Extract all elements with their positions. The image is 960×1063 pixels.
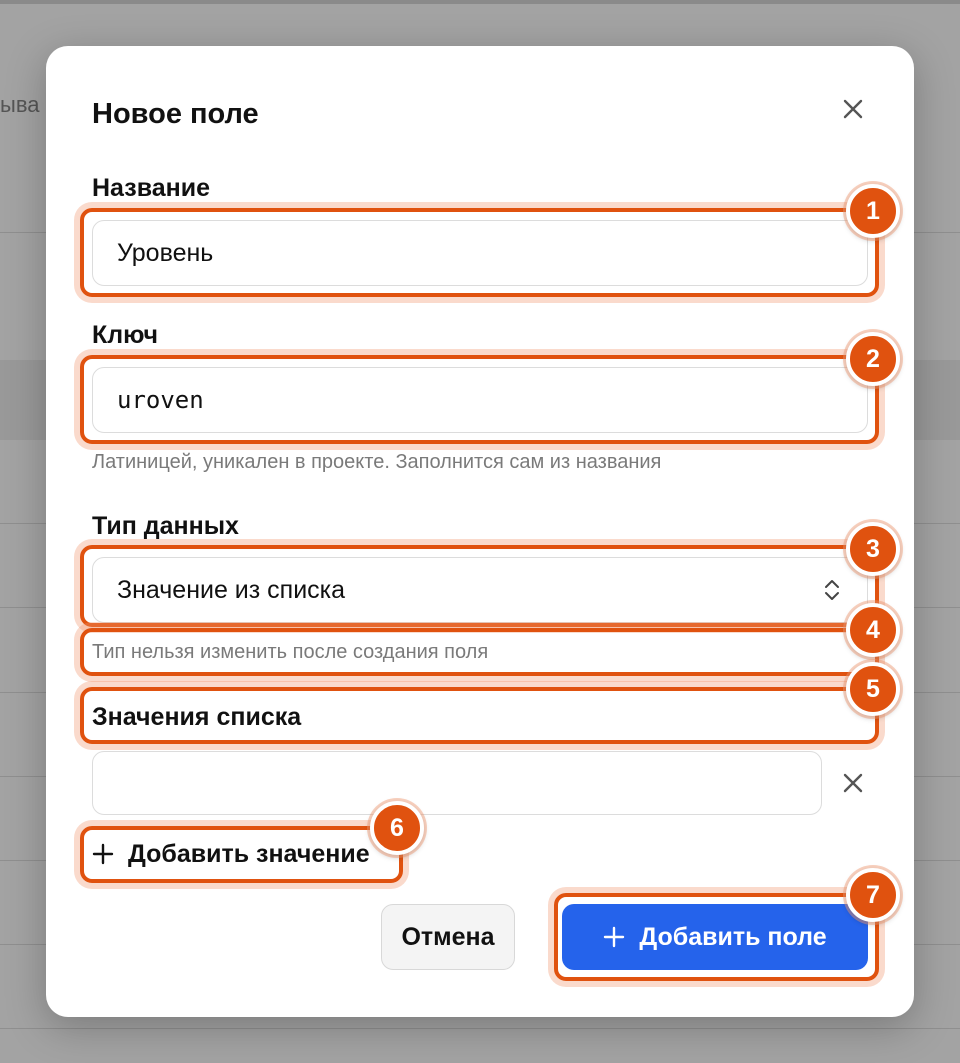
cancel-label: Отмена (401, 922, 495, 951)
plus-icon (92, 843, 114, 865)
close-icon (843, 99, 863, 119)
type-label: Тип данных (92, 512, 239, 540)
name-label: Название (92, 174, 211, 202)
annotation-badge: 2 (846, 332, 900, 386)
type-select-value: Значение из списка (117, 575, 346, 604)
add-field-label: Добавить поле (639, 922, 827, 951)
cancel-button[interactable]: Отмена (381, 904, 515, 970)
annotation-badge: 4 (846, 603, 900, 657)
bg-partial-text: ыва (0, 92, 40, 117)
plus-icon (604, 926, 625, 948)
annotation-badge: 7 (846, 868, 900, 922)
add-value-button[interactable]: Добавить значение (92, 836, 370, 872)
close-button[interactable] (836, 92, 870, 126)
list-value-input[interactable] (92, 751, 822, 815)
chevron-up-down-icon (825, 580, 839, 600)
annotation-badge: 1 (846, 184, 900, 238)
remove-value-button[interactable] (836, 766, 870, 800)
name-input[interactable]: Уровень (92, 220, 868, 286)
annotation-badge: 6 (370, 801, 424, 855)
add-field-button[interactable]: Добавить поле (562, 904, 868, 970)
list-values-label: Значения списка (92, 703, 302, 731)
key-hint: Латиницей, уникален в проекте. Заполнитс… (92, 451, 662, 473)
new-field-dialog: Новое поле Название Уровень Ключ uroven … (46, 46, 914, 1017)
dialog-title: Новое поле (92, 98, 259, 130)
type-select[interactable]: Значение из списка (92, 557, 868, 623)
type-hint: Тип нельзя изменить после создания поля (92, 641, 489, 663)
key-label: Ключ (92, 321, 159, 349)
bg-divider (0, 1028, 960, 1029)
annotation-badge: 5 (846, 662, 900, 716)
key-input-value: uroven (117, 386, 204, 414)
name-input-value: Уровень (117, 238, 214, 267)
close-icon (843, 773, 863, 793)
annotation-badge: 3 (846, 522, 900, 576)
add-value-label: Добавить значение (128, 839, 370, 868)
bg-divider (0, 0, 960, 4)
key-input[interactable]: uroven (92, 367, 868, 433)
